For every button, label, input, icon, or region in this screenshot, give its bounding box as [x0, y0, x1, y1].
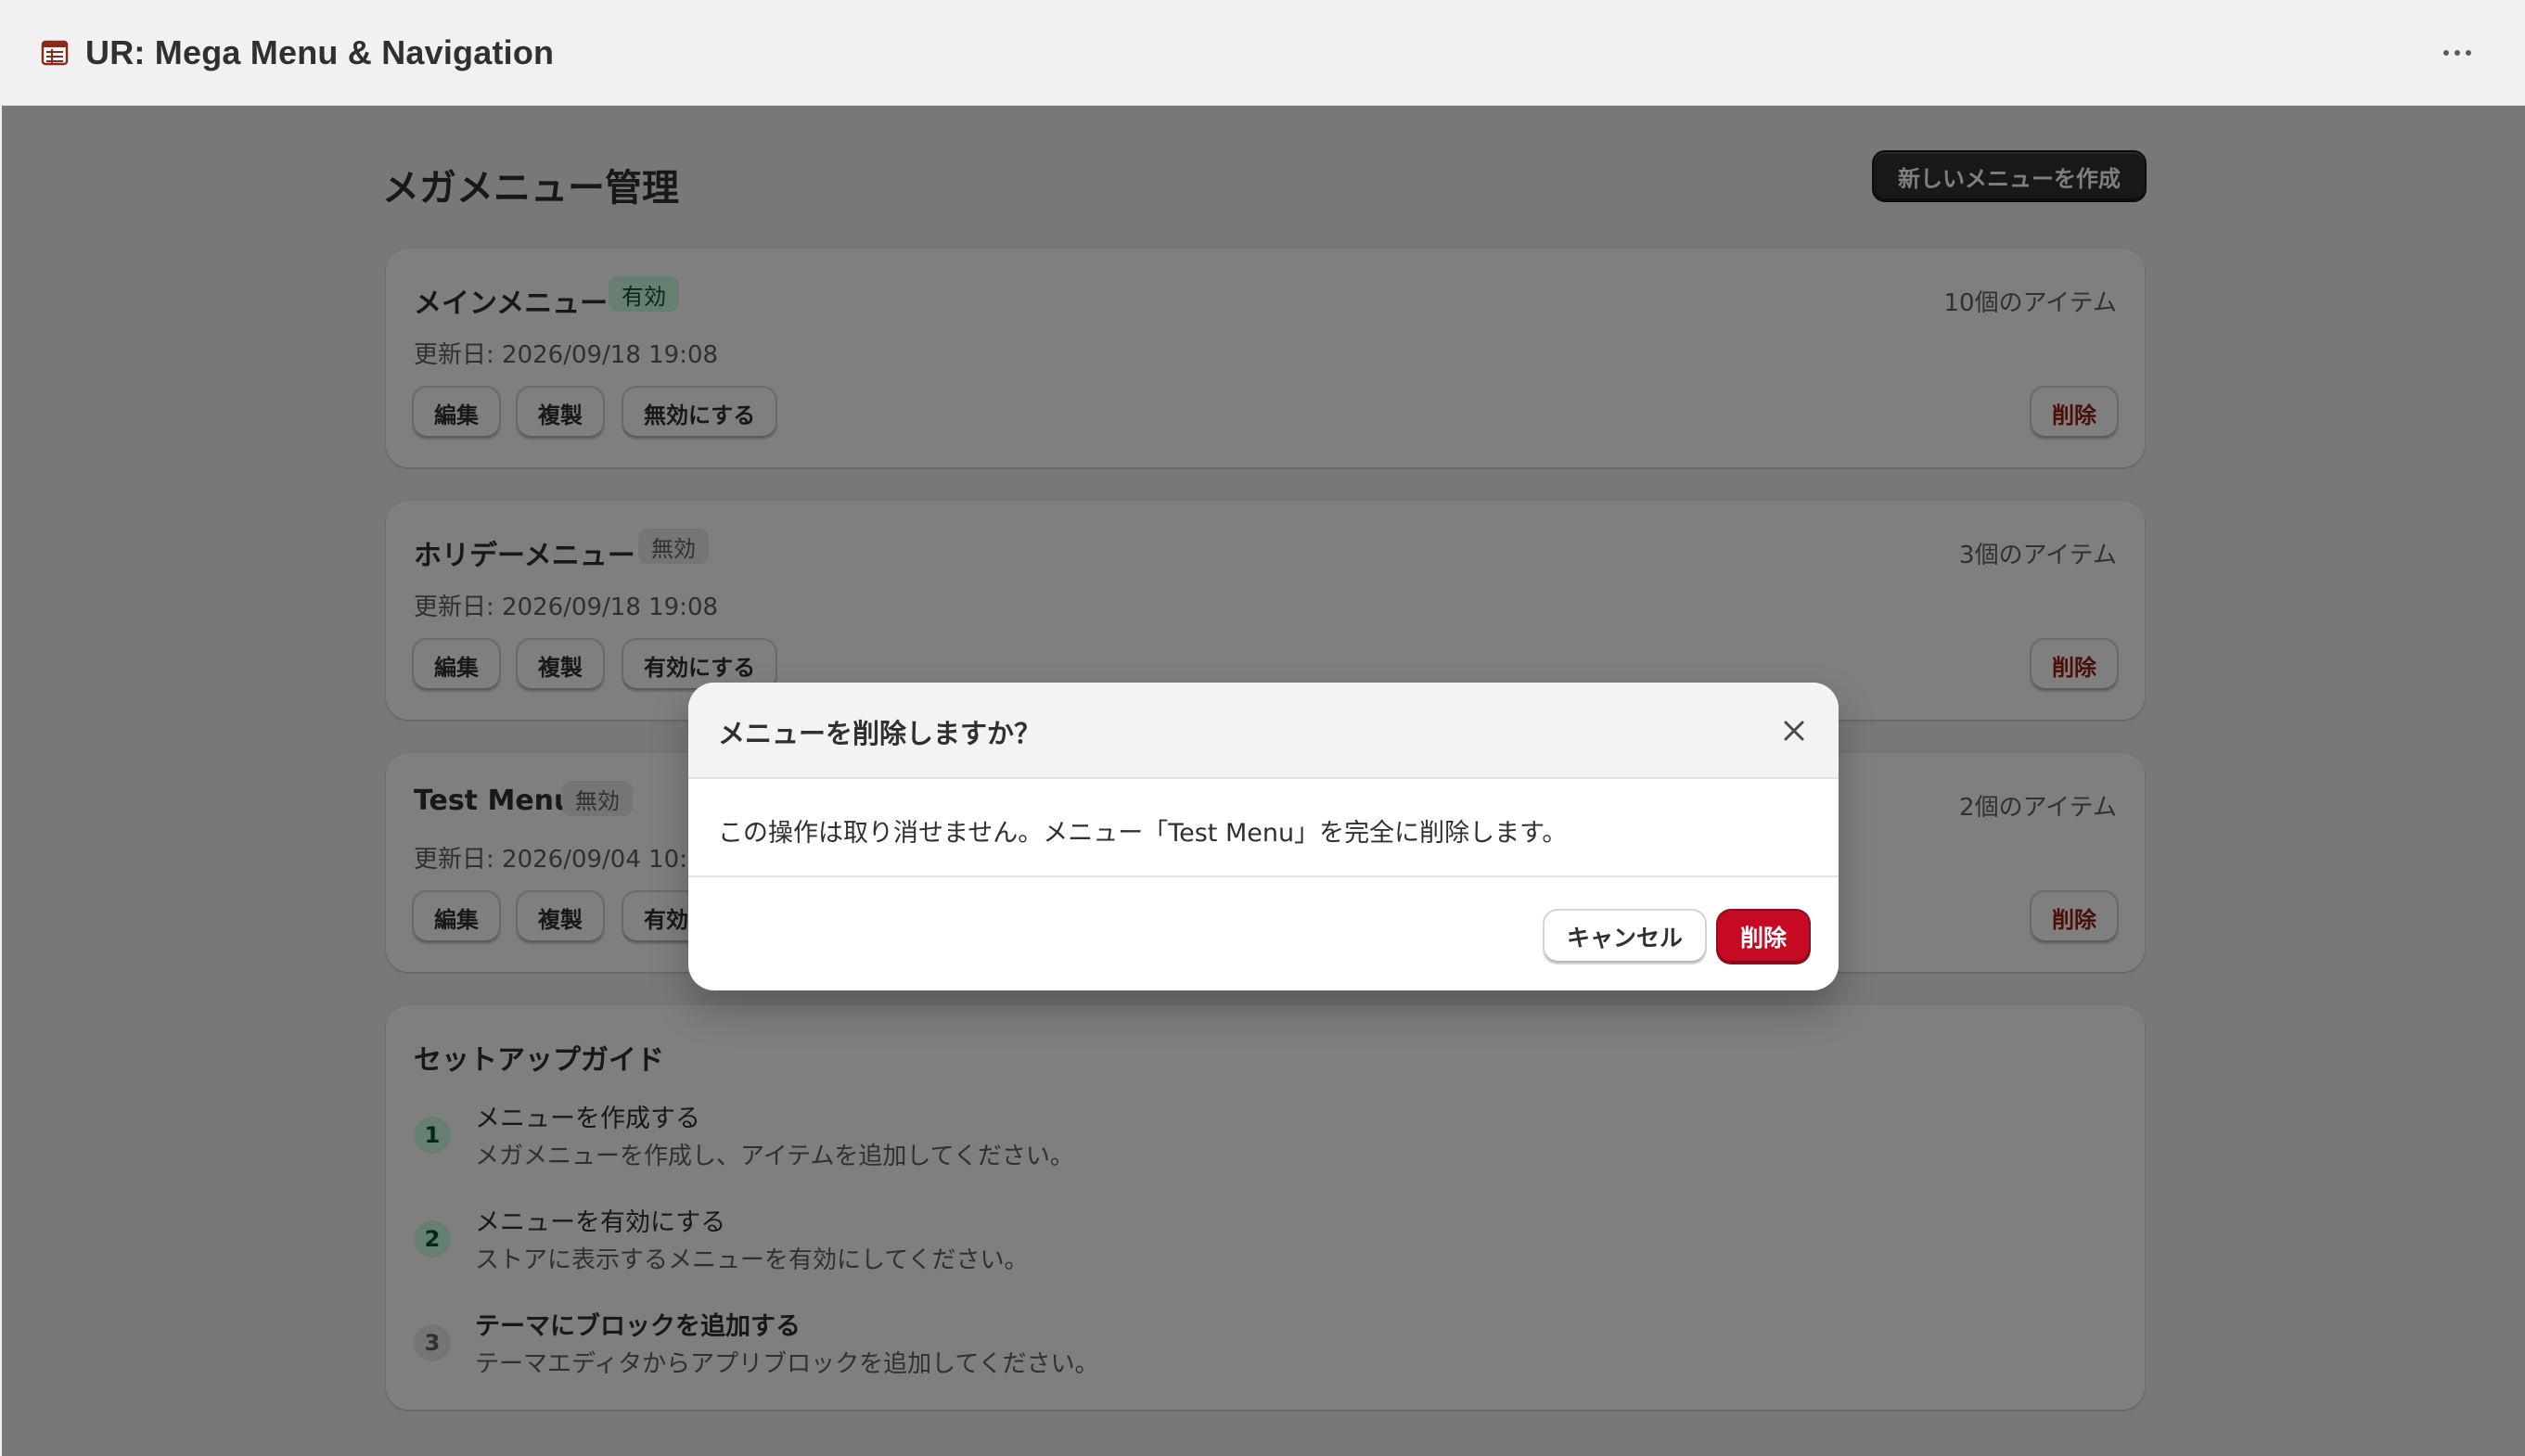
- window-titlebar: UR: Mega Menu & Navigation: [0, 0, 2525, 106]
- spreadsheet-icon: [41, 39, 69, 67]
- delete-confirm-modal: メニューを削除しますか？ この操作は取り消せません。メニュー「Test Menu…: [688, 683, 1839, 990]
- cancel-button[interactable]: キャンセル: [1544, 911, 1705, 963]
- app-area: メガメニュー管理 新しいメニューを作成 メインメニュー 有効 10個のアイテム …: [2, 106, 2525, 1456]
- modal-message: この操作は取り消せません。メニュー「Test Menu」を完全に削除します。: [718, 819, 1568, 848]
- app-title: UR: Mega Menu & Navigation: [85, 32, 555, 71]
- close-icon[interactable]: [1779, 716, 1809, 746]
- modal-title: メニューを削除しますか？: [718, 718, 1042, 749]
- ellipsis-icon[interactable]: [2430, 33, 2484, 72]
- confirm-delete-button[interactable]: 削除: [1717, 911, 1809, 963]
- modal-header: メニューを削除しますか？: [688, 683, 1839, 779]
- modal-body: この操作は取り消せません。メニュー「Test Menu」を完全に削除します。: [688, 779, 1839, 877]
